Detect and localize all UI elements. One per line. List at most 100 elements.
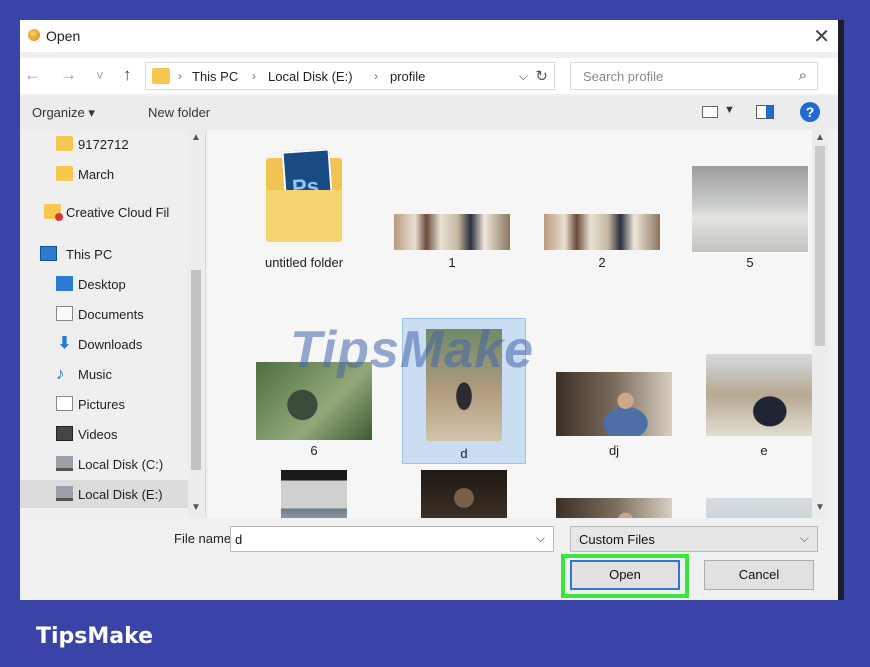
sidebar-item-label: Local Disk (E:) bbox=[78, 487, 163, 502]
file-name-input[interactable] bbox=[235, 528, 525, 550]
file-name: 5 bbox=[746, 255, 754, 270]
sidebar-item-label: Desktop bbox=[78, 277, 126, 292]
file-name-label: File name: bbox=[174, 531, 235, 546]
file-list-scrollbar[interactable]: ▲ ▼ bbox=[812, 130, 828, 518]
organize-button[interactable]: Organize ▾ bbox=[32, 105, 95, 121]
file-name: e bbox=[760, 443, 768, 458]
breadcrumb-this-pc[interactable]: This PC bbox=[192, 69, 238, 84]
image-thumbnail bbox=[256, 362, 372, 440]
image-thumbnail bbox=[706, 354, 822, 436]
pictures-icon bbox=[56, 396, 73, 411]
image-thumbnail bbox=[544, 214, 660, 250]
sidebar-item-desktop[interactable]: Desktop bbox=[20, 270, 190, 298]
chevron-down-icon: ⌵ bbox=[799, 531, 809, 545]
image-thumbnail bbox=[426, 329, 502, 441]
search-box[interactable]: Search profile ⌕ bbox=[570, 62, 818, 90]
file-item[interactable] bbox=[402, 464, 526, 518]
dialog-footer: File name: ⌵ Custom Files ⌵ Open Cancel bbox=[20, 518, 838, 600]
file-item-2[interactable]: 2 bbox=[540, 136, 664, 284]
back-arrow-icon[interactable]: ← bbox=[24, 65, 41, 85]
file-name-field[interactable]: ⌵ bbox=[230, 526, 554, 552]
search-icon[interactable]: ⌕ bbox=[799, 67, 807, 84]
brand-caption: TipsMake bbox=[36, 624, 154, 649]
downloads-icon: ⬇ bbox=[57, 335, 72, 352]
file-name: d bbox=[460, 446, 468, 461]
music-icon: ♪ bbox=[56, 364, 65, 383]
forward-arrow-icon[interactable]: → bbox=[60, 65, 77, 85]
address-dropdown-icon[interactable]: ⌵ bbox=[519, 69, 528, 84]
image-thumbnail bbox=[692, 166, 808, 252]
sidebar-item-label: This PC bbox=[66, 247, 113, 262]
scroll-down-icon[interactable]: ▼ bbox=[191, 502, 201, 513]
image-thumbnail bbox=[706, 498, 822, 518]
breadcrumb-separator-icon: › bbox=[252, 69, 256, 83]
file-name-dropdown-icon[interactable]: ⌵ bbox=[536, 531, 545, 546]
sidebar-item-9172712[interactable]: 9172712 bbox=[20, 130, 190, 158]
file-item-6[interactable]: 6 bbox=[252, 308, 376, 458]
scrollbar-thumb[interactable] bbox=[191, 270, 201, 470]
file-name: untitled folder bbox=[264, 255, 344, 270]
file-item-dj[interactable]: dj bbox=[552, 308, 676, 458]
scrollbar-thumb[interactable] bbox=[815, 146, 825, 346]
sidebar-scrollbar[interactable]: ▲ ▼ bbox=[188, 130, 204, 518]
recent-locations-chevron-icon[interactable]: ˅ bbox=[96, 68, 104, 83]
new-folder-button[interactable]: New folder bbox=[148, 105, 210, 120]
search-placeholder: Search profile bbox=[583, 69, 664, 84]
file-item-1[interactable]: 1 bbox=[390, 136, 514, 284]
sidebar-item-label: Local Disk (C:) bbox=[78, 457, 164, 472]
file-name: dj bbox=[608, 443, 620, 458]
help-icon[interactable]: ? bbox=[800, 102, 820, 122]
open-file-dialog: Open ✕ ← → ˅ ↑ › This PC › Local Disk (E… bbox=[20, 20, 844, 600]
breadcrumb-separator-icon: › bbox=[178, 69, 182, 83]
scroll-down-icon[interactable]: ▼ bbox=[815, 502, 825, 513]
up-arrow-icon[interactable]: ↑ bbox=[123, 65, 132, 85]
sidebar-item-label: Music bbox=[78, 367, 112, 382]
image-thumbnail bbox=[281, 470, 347, 518]
scroll-up-icon[interactable]: ▲ bbox=[191, 132, 201, 143]
close-icon[interactable]: ✕ bbox=[813, 24, 830, 49]
sidebar-item-music[interactable]: ♪ Music bbox=[20, 360, 190, 388]
disk-icon bbox=[56, 486, 73, 501]
disk-icon bbox=[56, 456, 73, 471]
creative-cloud-icon bbox=[44, 204, 63, 221]
change-view-icon[interactable] bbox=[702, 106, 718, 118]
sidebar-item-videos[interactable]: Videos bbox=[20, 420, 190, 448]
sidebar-item-local-disk-e[interactable]: Local Disk (E:) bbox=[20, 480, 190, 508]
sidebar-item-documents[interactable]: Documents bbox=[20, 300, 190, 328]
address-bar[interactable]: › This PC › Local Disk (E:) › profile ⌵ … bbox=[145, 62, 555, 90]
sidebar-item-creative-cloud[interactable]: Creative Cloud Fil bbox=[20, 198, 190, 226]
command-toolbar: Organize ▾ New folder ▼ ? bbox=[20, 96, 838, 130]
file-item[interactable] bbox=[702, 464, 826, 518]
open-button[interactable]: Open bbox=[570, 560, 680, 590]
sidebar-item-pictures[interactable]: Pictures bbox=[20, 390, 190, 418]
sidebar-item-downloads[interactable]: ⬇ Downloads bbox=[20, 330, 190, 358]
breadcrumb-separator-icon: › bbox=[374, 69, 378, 83]
file-type-value: Custom Files bbox=[579, 532, 655, 547]
sidebar-item-local-disk-c[interactable]: Local Disk (C:) bbox=[20, 450, 190, 478]
folder-icon bbox=[56, 166, 73, 181]
view-options-chevron-icon[interactable]: ▼ bbox=[724, 104, 735, 116]
navigation-bar: ← → ˅ ↑ › This PC › Local Disk (E:) › pr… bbox=[20, 58, 838, 94]
breadcrumb-profile[interactable]: profile bbox=[390, 69, 425, 84]
sidebar-item-label: Videos bbox=[78, 427, 118, 442]
app-icon bbox=[28, 29, 40, 41]
file-item-5[interactable]: 5 bbox=[688, 136, 812, 284]
scroll-up-icon[interactable]: ▲ bbox=[815, 132, 825, 143]
preview-pane-icon[interactable] bbox=[756, 105, 774, 119]
sidebar-item-march[interactable]: March bbox=[20, 160, 190, 188]
sidebar-item-this-pc[interactable]: This PC bbox=[20, 240, 190, 268]
file-type-select[interactable]: Custom Files ⌵ bbox=[570, 526, 818, 552]
file-name: 6 bbox=[310, 443, 318, 458]
cancel-button[interactable]: Cancel bbox=[704, 560, 814, 590]
file-item[interactable] bbox=[252, 464, 376, 518]
image-thumbnail bbox=[556, 372, 672, 436]
image-thumbnail bbox=[556, 498, 672, 518]
file-item[interactable] bbox=[552, 464, 676, 518]
breadcrumb-local-disk-e[interactable]: Local Disk (E:) bbox=[268, 69, 353, 84]
desktop-icon bbox=[56, 276, 73, 291]
file-item-e[interactable]: e bbox=[702, 308, 826, 458]
navigation-pane: 9172712 March Creative Cloud Fil This PC… bbox=[20, 130, 206, 518]
refresh-icon[interactable]: ↻ bbox=[535, 67, 548, 85]
file-item-d[interactable]: d bbox=[402, 318, 526, 464]
file-item-untitled-folder[interactable]: Ps untitled folder bbox=[242, 136, 366, 284]
